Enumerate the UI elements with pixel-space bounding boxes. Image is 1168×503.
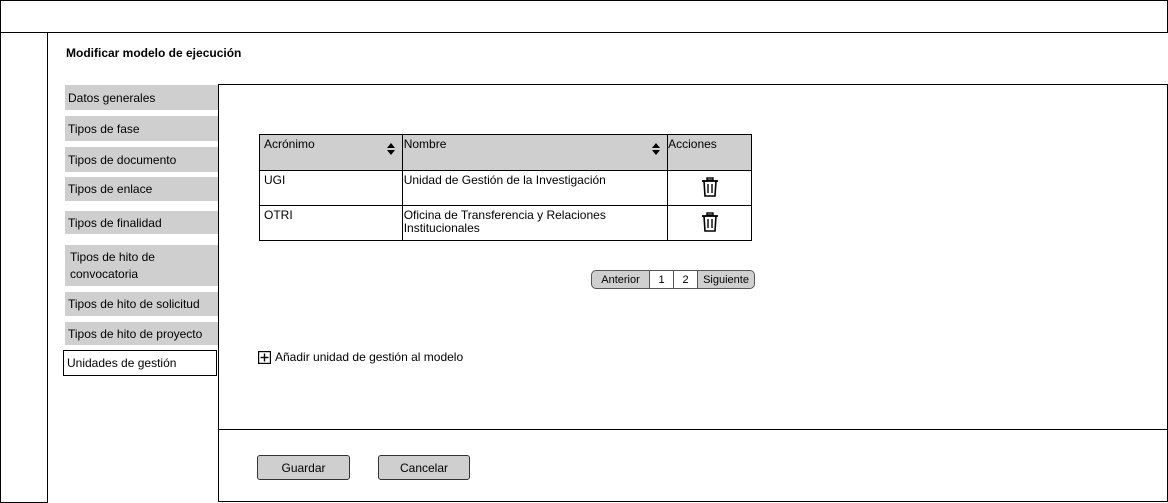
sidebar-item-tipos-de-documento[interactable]: Tipos de documento bbox=[65, 147, 218, 172]
sidebar-item-label: Tipos de enlace bbox=[68, 182, 153, 196]
cell-nombre: Oficina de Transferencia y Relaciones In… bbox=[401, 205, 669, 241]
pagination-page-2[interactable]: 2 bbox=[674, 271, 698, 288]
trash-icon[interactable] bbox=[701, 177, 719, 197]
table-row: UGI Unidad de Gestión de la Investigació… bbox=[259, 170, 752, 206]
column-header-nombre[interactable]: Nombre bbox=[401, 134, 669, 171]
pagination-prev-button[interactable]: Anterior bbox=[592, 271, 650, 288]
sidebar-item-datos-generales[interactable]: Datos generales bbox=[65, 85, 218, 110]
cell-text: Oficina de Transferencia y Relaciones In… bbox=[403, 208, 606, 235]
top-bar bbox=[0, 0, 1168, 33]
cell-acronimo: UGI bbox=[259, 170, 403, 206]
sidebar-item-label: Tipos de hito de solicitud bbox=[68, 297, 200, 311]
sidebar-item-tipos-de-fase[interactable]: Tipos de fase bbox=[65, 116, 218, 141]
sidebar-item-label: Tipos de fase bbox=[68, 121, 140, 136]
column-header-label: Nombre bbox=[403, 137, 447, 151]
cell-text: UGI bbox=[264, 173, 286, 187]
footer-divider bbox=[218, 429, 1168, 430]
page-title: Modificar modelo de ejecución bbox=[66, 46, 242, 60]
sidebar-item-label: Tipos de finalidad bbox=[68, 215, 162, 230]
cell-text: OTRI bbox=[264, 208, 293, 222]
pagination: Anterior 1 2 Siguiente bbox=[591, 270, 755, 289]
units-table: Acrónimo Nombre Acciones UGI Unidad de G… bbox=[259, 134, 752, 241]
add-unit-link[interactable]: Añadir unidad de gestión al modelo bbox=[258, 350, 463, 364]
sort-icon[interactable] bbox=[651, 142, 661, 156]
cell-acronimo: OTRI bbox=[259, 205, 403, 241]
cell-nombre: Unidad de Gestión de la Investigación bbox=[401, 170, 669, 206]
sidebar-item-tipos-de-finalidad[interactable]: Tipos de finalidad bbox=[65, 211, 218, 234]
trash-icon[interactable] bbox=[701, 212, 719, 232]
plus-square-icon bbox=[258, 350, 271, 364]
column-header-label: Acciones bbox=[668, 137, 717, 151]
save-button[interactable]: Guardar bbox=[257, 455, 350, 480]
cell-acciones bbox=[667, 170, 752, 206]
cancel-button[interactable]: Cancelar bbox=[378, 455, 470, 480]
sidebar-item-label: Tipos de hito de convocatoria bbox=[70, 250, 155, 281]
cell-acciones bbox=[667, 205, 752, 241]
sidebar-item-label: Unidades de gestión bbox=[67, 356, 177, 370]
sidebar-item-tipos-de-enlace[interactable]: Tipos de enlace bbox=[65, 177, 218, 201]
sort-icon[interactable] bbox=[386, 142, 396, 156]
pagination-page-1[interactable]: 1 bbox=[650, 271, 674, 288]
sidebar-item-tipos-de-hito-de-convocatoria[interactable]: Tipos de hito de convocatoria bbox=[65, 245, 218, 286]
sidebar-item-tipos-de-hito-de-solicitud[interactable]: Tipos de hito de solicitud bbox=[65, 292, 218, 316]
add-unit-label: Añadir unidad de gestión al modelo bbox=[275, 350, 464, 364]
left-rail bbox=[0, 32, 48, 503]
pagination-next-button[interactable]: Siguiente bbox=[698, 271, 754, 288]
sidebar-item-tipos-de-hito-de-proyecto[interactable]: Tipos de hito de proyecto bbox=[65, 322, 218, 345]
sidebar-item-label: Datos generales bbox=[68, 90, 156, 105]
sidebar-item-label: Tipos de hito de proyecto bbox=[68, 326, 203, 341]
sidebar-item-unidades-de-gestion[interactable]: Unidades de gestión bbox=[63, 350, 217, 376]
sidebar-item-label: Tipos de documento bbox=[68, 152, 177, 167]
column-header-acciones: Acciones bbox=[667, 134, 752, 171]
column-header-label: Acrónimo bbox=[264, 137, 315, 151]
table-row: OTRI Oficina de Transferencia y Relacion… bbox=[259, 205, 752, 241]
cell-text: Unidad de Gestión de la Investigación bbox=[403, 173, 606, 187]
column-header-acronimo[interactable]: Acrónimo bbox=[259, 134, 403, 171]
